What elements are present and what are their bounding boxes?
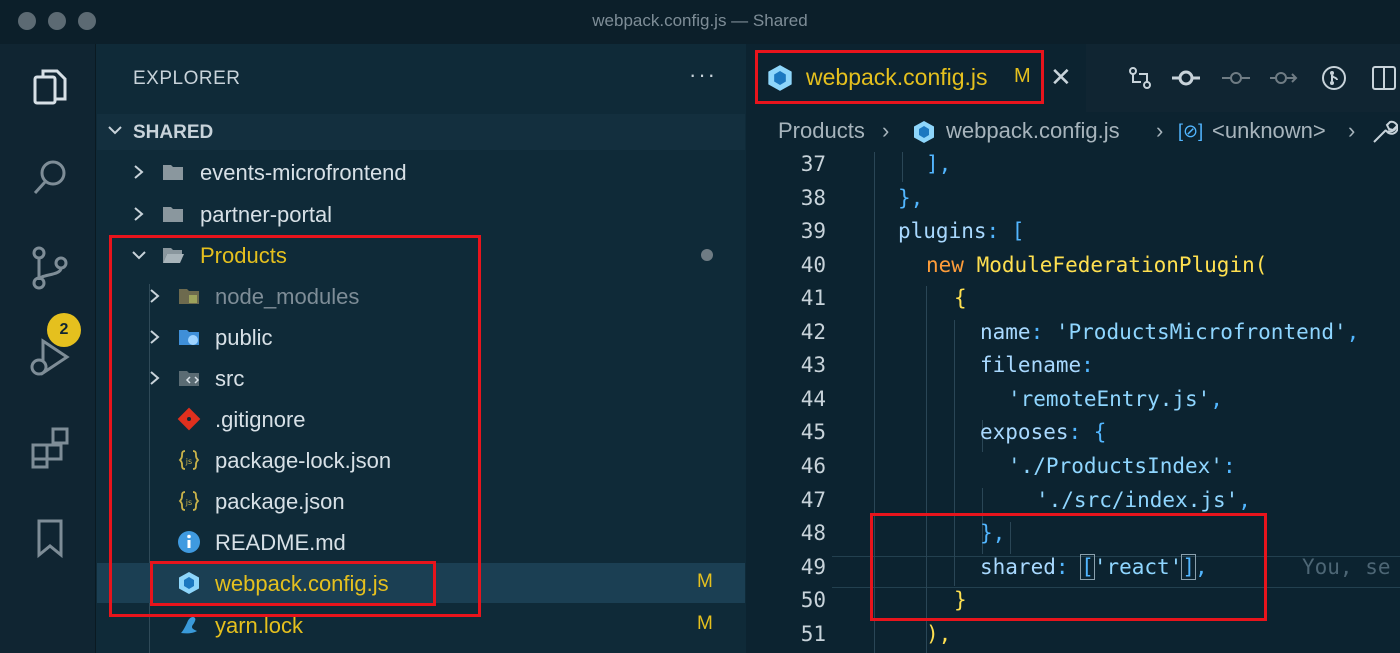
breadcrumb-separator: ›: [882, 118, 890, 143]
source-control-icon[interactable]: [22, 240, 78, 296]
line-number: 42: [800, 320, 826, 344]
line-number: 45: [800, 420, 826, 444]
explorer-icon[interactable]: [22, 60, 78, 116]
bookmark-icon[interactable]: [22, 510, 78, 566]
line-number: 51: [800, 622, 826, 646]
line-number: 40: [800, 253, 826, 277]
search-icon[interactable]: [22, 150, 78, 206]
code-line: {: [954, 286, 967, 310]
explorer-more-button[interactable]: ···: [689, 62, 717, 88]
line-number: 44: [800, 387, 826, 411]
highlight-box-products-folder: [109, 235, 481, 617]
code-line: filename:: [980, 353, 1094, 377]
tree-item-partner-portal[interactable]: partner-portal: [97, 194, 745, 234]
line-number: 49: [800, 555, 826, 579]
code-line: ],: [926, 152, 952, 176]
line-number: 47: [800, 488, 826, 512]
line-number: 43: [800, 353, 826, 377]
git-commit-icon[interactable]: [1172, 64, 1200, 92]
code-line: exposes: {: [980, 420, 1107, 444]
previous-change-icon[interactable]: [1222, 64, 1250, 92]
wrench-icon: [1373, 120, 1398, 143]
window-title: webpack.config.js — Shared: [592, 11, 808, 30]
code-line: './ProductsIndex':: [1008, 454, 1236, 478]
line-number: 39: [800, 219, 826, 243]
webpack-icon: [914, 121, 934, 143]
code-line: plugins: [: [898, 219, 1025, 243]
breadcrumb-item-symbol[interactable]: <unknown>: [1212, 118, 1326, 144]
line-number: 50: [800, 588, 826, 612]
folder-icon: [163, 207, 183, 222]
breadcrumb: Products › webpack.config.js › [⊘] <unkn…: [746, 112, 1400, 152]
tree-item-label: events-microfrontend: [200, 160, 407, 185]
modified-dot-icon: [701, 249, 713, 261]
inline-blame: You, se: [1302, 555, 1391, 579]
modified-status: M: [697, 571, 713, 592]
highlight-box-shared-code: [870, 513, 1267, 621]
compare-changes-icon[interactable]: [1126, 64, 1154, 92]
chevron-down-icon: [108, 126, 122, 135]
split-editor-icon[interactable]: [1370, 64, 1398, 92]
symbol-icon: [⊘]: [1178, 121, 1204, 141]
code-line: './src/index.js',: [1036, 488, 1251, 512]
title-bar: webpack.config.js — Shared: [0, 0, 1400, 44]
next-change-icon[interactable]: [1270, 64, 1298, 92]
folder-icon: [163, 165, 183, 180]
line-number: 48: [800, 521, 826, 545]
code-line: 'remoteEntry.js',: [1008, 387, 1223, 411]
chevron-right-icon: [134, 207, 144, 221]
breadcrumb-item-file[interactable]: webpack.config.js: [946, 118, 1120, 144]
tree-item-events-microfrontend[interactable]: events-microfrontend: [97, 152, 745, 192]
highlight-box-webpack-file: [150, 561, 436, 606]
code-line: name: 'ProductsMicrofrontend',: [980, 320, 1360, 344]
breadcrumb-item-products[interactable]: Products: [778, 118, 865, 144]
highlight-box-tab: [755, 50, 1044, 104]
close-tab-icon[interactable]: ✕: [1050, 62, 1072, 93]
chevron-right-icon: [134, 165, 144, 179]
line-number: 38: [800, 186, 826, 210]
activity-bar: 2 ...: [0, 44, 96, 653]
workspace-section-label: SHARED: [133, 122, 214, 143]
modified-status: M: [697, 613, 713, 634]
code-line: },: [898, 186, 924, 210]
line-number: 37: [800, 152, 826, 176]
indent-guide: [902, 152, 903, 182]
explorer-title: EXPLORER: [133, 68, 241, 89]
extensions-icon[interactable]: [22, 420, 78, 476]
line-number: 46: [800, 454, 826, 478]
code-line: new ModuleFederationPlugin(: [926, 253, 1268, 277]
workspace-section-header[interactable]: SHARED: [97, 114, 745, 150]
tree-item-label: partner-portal: [200, 202, 333, 227]
line-number: 41: [800, 286, 826, 310]
git-lens-icon[interactable]: [1320, 64, 1348, 92]
run-debug-icon[interactable]: [22, 330, 78, 386]
code-line: ),: [926, 622, 952, 646]
breadcrumb-separator: ›: [1348, 118, 1356, 143]
breadcrumb-separator: ›: [1156, 118, 1164, 143]
